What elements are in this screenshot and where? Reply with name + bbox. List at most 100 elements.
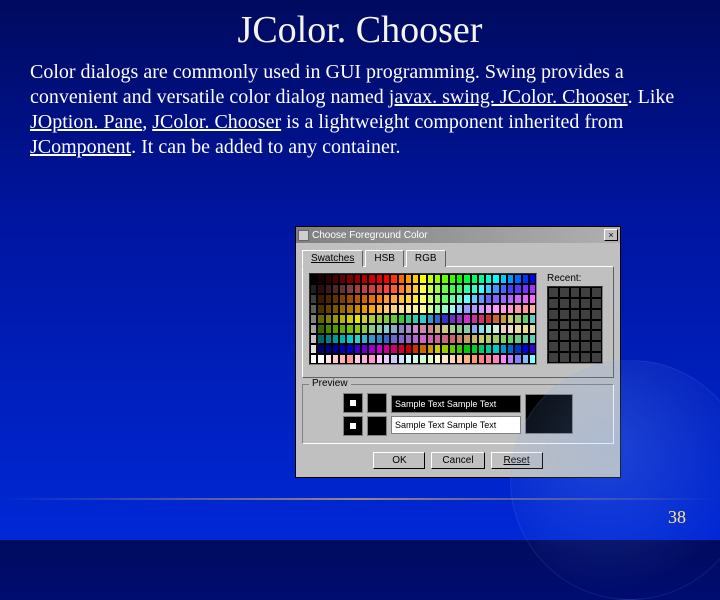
recent-cell[interactable] — [591, 298, 602, 309]
swatch-cell[interactable] — [463, 304, 470, 314]
swatch-cell[interactable] — [419, 304, 426, 314]
swatch-cell[interactable] — [449, 294, 456, 304]
recent-cell[interactable] — [591, 309, 602, 320]
swatch-cell[interactable] — [441, 344, 448, 354]
swatch-cell[interactable] — [463, 324, 470, 334]
swatch-cell[interactable] — [427, 274, 434, 284]
swatch-cell[interactable] — [332, 324, 339, 334]
swatch-cell[interactable] — [485, 304, 492, 314]
swatch-cell[interactable] — [449, 274, 456, 284]
swatch-cell[interactable] — [332, 344, 339, 354]
swatch-cell[interactable] — [441, 334, 448, 344]
recent-cell[interactable] — [548, 320, 559, 331]
swatch-cell[interactable] — [485, 354, 492, 364]
swatch-cell[interactable] — [529, 294, 536, 304]
swatch-cell[interactable] — [529, 344, 536, 354]
swatch-cell[interactable] — [529, 274, 536, 284]
reset-button[interactable]: Reset — [491, 452, 543, 469]
swatch-cell[interactable] — [500, 344, 507, 354]
swatch-cell[interactable] — [398, 304, 405, 314]
swatch-cell[interactable] — [427, 294, 434, 304]
swatch-cell[interactable] — [514, 284, 521, 294]
swatch-cell[interactable] — [332, 314, 339, 324]
swatch-cell[interactable] — [492, 274, 499, 284]
swatch-cell[interactable] — [361, 344, 368, 354]
swatch-cell[interactable] — [317, 314, 324, 324]
swatch-cell[interactable] — [325, 334, 332, 344]
swatch-cell[interactable] — [317, 324, 324, 334]
swatch-cell[interactable] — [405, 304, 412, 314]
swatch-cell[interactable] — [419, 294, 426, 304]
swatch-cell[interactable] — [310, 314, 317, 324]
swatch-cell[interactable] — [339, 324, 346, 334]
swatch-cell[interactable] — [427, 334, 434, 344]
swatch-cell[interactable] — [463, 344, 470, 354]
swatch-cell[interactable] — [485, 314, 492, 324]
swatch-cell[interactable] — [317, 274, 324, 284]
swatch-cell[interactable] — [507, 324, 514, 334]
swatch-cell[interactable] — [471, 344, 478, 354]
recent-cell[interactable] — [591, 330, 602, 341]
swatch-cell[interactable] — [405, 294, 412, 304]
swatch-cell[interactable] — [478, 324, 485, 334]
swatch-cell[interactable] — [317, 294, 324, 304]
swatch-cell[interactable] — [463, 334, 470, 344]
swatch-cell[interactable] — [383, 324, 390, 334]
swatch-cell[interactable] — [325, 354, 332, 364]
swatch-cell[interactable] — [500, 304, 507, 314]
ok-button[interactable]: OK — [373, 452, 425, 469]
swatch-cell[interactable] — [310, 324, 317, 334]
swatch-cell[interactable] — [485, 274, 492, 284]
swatch-cell[interactable] — [419, 334, 426, 344]
swatch-cell[interactable] — [500, 284, 507, 294]
swatch-cell[interactable] — [398, 334, 405, 344]
swatch-cell[interactable] — [376, 274, 383, 284]
swatch-cell[interactable] — [346, 324, 353, 334]
swatch-cell[interactable] — [478, 284, 485, 294]
swatch-cell[interactable] — [368, 324, 375, 334]
swatch-cell[interactable] — [522, 294, 529, 304]
swatch-cell[interactable] — [383, 314, 390, 324]
swatch-cell[interactable] — [339, 354, 346, 364]
swatch-cell[interactable] — [456, 304, 463, 314]
swatch-cell[interactable] — [478, 344, 485, 354]
swatch-cell[interactable] — [485, 324, 492, 334]
swatch-cell[interactable] — [463, 274, 470, 284]
swatch-cell[interactable] — [332, 334, 339, 344]
swatch-cell[interactable] — [368, 304, 375, 314]
swatch-cell[interactable] — [492, 304, 499, 314]
swatch-cell[interactable] — [390, 334, 397, 344]
swatch-cell[interactable] — [361, 304, 368, 314]
swatch-cell[interactable] — [310, 354, 317, 364]
swatch-cell[interactable] — [478, 304, 485, 314]
swatch-cell[interactable] — [507, 284, 514, 294]
swatch-cell[interactable] — [514, 314, 521, 324]
swatch-cell[interactable] — [449, 314, 456, 324]
swatch-cell[interactable] — [310, 284, 317, 294]
swatch-cell[interactable] — [346, 294, 353, 304]
swatch-cell[interactable] — [361, 284, 368, 294]
swatch-cell[interactable] — [317, 344, 324, 354]
recent-cell[interactable] — [559, 341, 570, 352]
swatch-cell[interactable] — [500, 354, 507, 364]
recent-cell[interactable] — [548, 298, 559, 309]
swatch-cell[interactable] — [310, 304, 317, 314]
swatch-cell[interactable] — [434, 294, 441, 304]
recent-cell[interactable] — [548, 341, 559, 352]
swatch-cell[interactable] — [485, 334, 492, 344]
swatch-cell[interactable] — [354, 294, 361, 304]
tab-rgb[interactable]: RGB — [406, 250, 446, 267]
swatch-cell[interactable] — [434, 354, 441, 364]
swatch-cell[interactable] — [354, 354, 361, 364]
swatch-cell[interactable] — [441, 314, 448, 324]
swatch-cell[interactable] — [332, 284, 339, 294]
swatch-cell[interactable] — [390, 274, 397, 284]
swatch-cell[interactable] — [412, 354, 419, 364]
recent-cell[interactable] — [570, 341, 581, 352]
swatch-cell[interactable] — [325, 324, 332, 334]
swatch-cell[interactable] — [427, 304, 434, 314]
recent-cell[interactable] — [580, 352, 591, 363]
swatch-cell[interactable] — [325, 294, 332, 304]
swatch-cell[interactable] — [412, 324, 419, 334]
swatch-cell[interactable] — [390, 324, 397, 334]
